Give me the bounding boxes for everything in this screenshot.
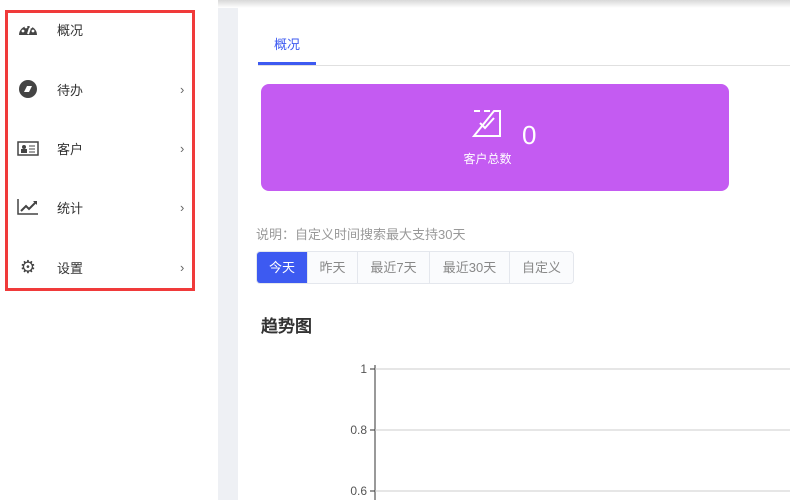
- date-range-group: 今天 昨天 最近7天 最近30天 自定义: [256, 251, 574, 284]
- range-today-button[interactable]: 今天: [257, 252, 307, 283]
- checkbox-calendar-icon: [471, 108, 502, 143]
- summary-value: 0: [522, 120, 537, 150]
- sidebar: 概况 待办 › 客户 › 统计 › ⚙ 设置 ›: [0, 0, 218, 500]
- note-text: 说明：自定义时间搜索最大支持30天: [256, 227, 466, 242]
- gutter: [218, 8, 238, 500]
- chart-title: 趋势图: [261, 317, 312, 336]
- range-yesterday-button[interactable]: 昨天: [307, 252, 357, 283]
- tab-divider: [258, 65, 790, 66]
- summary-label: 客户总数: [463, 152, 512, 166]
- y-tick-label: 1: [360, 362, 367, 376]
- range-custom-button[interactable]: 自定义: [509, 252, 573, 283]
- tab-overview[interactable]: 概况: [258, 34, 316, 65]
- y-tick-label: 0.8: [350, 423, 367, 437]
- highlight-box: [5, 10, 195, 291]
- trend-chart: 1 0.8 0.6: [350, 362, 790, 500]
- range-7days-button[interactable]: 最近7天: [357, 252, 429, 283]
- range-30days-button[interactable]: 最近30天: [429, 252, 509, 283]
- y-tick-label: 0.6: [350, 484, 367, 498]
